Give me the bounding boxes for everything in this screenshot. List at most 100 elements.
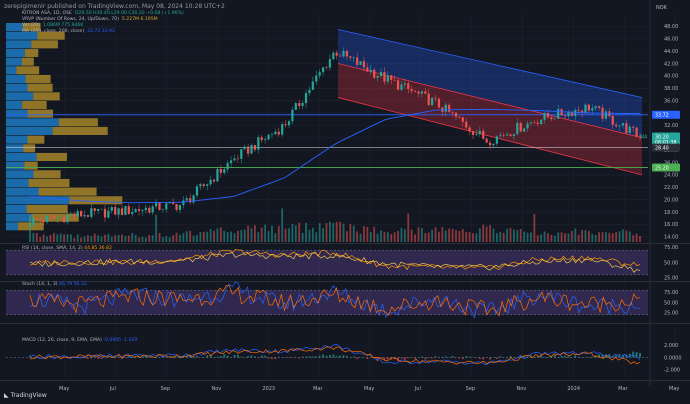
candle-body bbox=[206, 184, 209, 186]
candle-body bbox=[424, 91, 427, 94]
candle-body bbox=[264, 139, 267, 141]
vrvp-up-bar bbox=[6, 144, 24, 153]
volume-bar bbox=[196, 235, 198, 242]
candle-body bbox=[540, 119, 543, 124]
volume-bar bbox=[635, 233, 638, 242]
legend-macd[interactable]: MACD (12, 26, close, 9, EMA, EMA) -0.090… bbox=[22, 338, 137, 343]
candle-body bbox=[223, 169, 226, 173]
vrvp-down-bar bbox=[33, 92, 60, 101]
legend-vrvp-label: VRVP (Number Of Rows, 24, Up/Down, 70) bbox=[22, 17, 119, 22]
candle-body bbox=[202, 184, 205, 186]
volume-bar bbox=[151, 235, 154, 242]
candle-body bbox=[260, 137, 263, 141]
candle-body bbox=[137, 209, 141, 211]
candle-body bbox=[212, 179, 216, 182]
volume-bar bbox=[254, 225, 256, 242]
badge-mid-level: 28.40 bbox=[652, 143, 680, 152]
volume-bar bbox=[465, 231, 468, 242]
vrvp-up-bar bbox=[6, 92, 34, 101]
price-tick-label: 32.00 bbox=[664, 123, 678, 129]
macd-histogram-bar bbox=[553, 354, 556, 358]
volume-bar bbox=[448, 228, 451, 242]
candle-body bbox=[625, 123, 628, 133]
candle-body bbox=[69, 214, 72, 216]
candle-body bbox=[229, 160, 233, 164]
candle-body bbox=[410, 89, 413, 92]
volume-bar bbox=[250, 228, 253, 242]
candle-body bbox=[468, 127, 471, 132]
volume-bar bbox=[226, 232, 229, 242]
candle-body bbox=[587, 104, 590, 111]
candle-body bbox=[546, 112, 550, 118]
candle-body bbox=[349, 56, 352, 58]
badge-ma-label: MA bbox=[640, 134, 648, 140]
macd-tick-label: -2.000 bbox=[664, 368, 680, 374]
volume-bar bbox=[322, 228, 324, 242]
candle-body bbox=[400, 84, 403, 90]
legend-stoch[interactable]: Stoch (14, 1, 3) 46.79 56.32 bbox=[22, 282, 87, 287]
candle-body bbox=[516, 123, 519, 135]
macd-histogram-bar bbox=[608, 354, 611, 358]
volume-bar bbox=[134, 234, 137, 242]
vrvp-up-bar bbox=[6, 135, 28, 144]
volume-bar bbox=[281, 208, 284, 242]
candle-body bbox=[281, 124, 284, 135]
volume-bar bbox=[482, 224, 485, 242]
candle-body bbox=[270, 134, 274, 135]
candle-body bbox=[512, 134, 516, 136]
candle-body bbox=[175, 204, 178, 210]
vrvp-down-bar bbox=[21, 57, 34, 66]
volume-bar bbox=[107, 233, 110, 242]
price-tick-label: 18.00 bbox=[664, 210, 678, 216]
candle-body bbox=[274, 131, 277, 135]
candle-body bbox=[373, 69, 376, 78]
macd-histogram-bar bbox=[495, 357, 498, 359]
vrvp-up-bar bbox=[6, 126, 53, 136]
volume-bar bbox=[104, 234, 106, 242]
volume-bar bbox=[550, 234, 553, 242]
candle-body bbox=[107, 210, 110, 218]
volume-bar bbox=[359, 233, 362, 242]
volume-bar bbox=[581, 230, 583, 242]
volume-bar bbox=[110, 236, 113, 242]
vrvp-down-bar bbox=[25, 74, 51, 84]
candle-body bbox=[393, 79, 396, 81]
candle-body bbox=[611, 116, 614, 125]
vrvp-up-bar bbox=[6, 109, 28, 118]
volume-bar bbox=[543, 231, 546, 242]
chart-canvas[interactable]: 14.0016.0018.0020.0022.0024.0026.0028.00… bbox=[0, 0, 690, 404]
volume-bar bbox=[489, 225, 491, 242]
vrvp-down-bar bbox=[28, 178, 70, 187]
price-tick-label: 14.00 bbox=[664, 235, 678, 241]
volume-bar bbox=[114, 235, 117, 242]
candle-body bbox=[502, 135, 505, 136]
volume-bar bbox=[611, 233, 614, 242]
candle-body bbox=[134, 209, 137, 212]
candle-body bbox=[284, 124, 287, 126]
legend-rsi[interactable]: RSI (14, close, SMA, 14, 2) 44.85 36.82 bbox=[22, 246, 112, 251]
macd-histogram-bar bbox=[339, 355, 342, 358]
vrvp-down-bar bbox=[27, 83, 53, 92]
volume-bar bbox=[386, 232, 389, 242]
time-tick-label: Nov bbox=[517, 386, 527, 392]
legend-symbol-values: O29.50 H30.40 L29.00 C30.20 +0.08 (+1.96… bbox=[74, 11, 184, 16]
volume-bar bbox=[87, 235, 89, 242]
vrvp-down-bar bbox=[52, 126, 108, 136]
candle-body bbox=[93, 208, 96, 212]
vrvp-up-bar bbox=[6, 100, 23, 110]
volume-bar bbox=[424, 232, 427, 242]
volume-bar bbox=[461, 229, 464, 242]
volume-bar bbox=[121, 234, 123, 242]
macd-histogram-bar bbox=[318, 355, 321, 358]
volume-bar bbox=[639, 236, 641, 242]
volume-bar bbox=[267, 231, 270, 242]
candle-body bbox=[431, 97, 434, 106]
legend-ma[interactable]: MA (200, close, 200, close) 33.72 33.92 bbox=[22, 29, 115, 35]
vrvp-up-bar bbox=[6, 57, 22, 66]
legend-stoch-values: 46.79 56.32 bbox=[59, 282, 87, 287]
volume-bar bbox=[390, 234, 393, 242]
vrvp-up-bar bbox=[6, 161, 25, 170]
macd-histogram-bar bbox=[574, 355, 577, 358]
vrvp-down-bar bbox=[27, 109, 53, 118]
volume-bar bbox=[587, 231, 590, 242]
